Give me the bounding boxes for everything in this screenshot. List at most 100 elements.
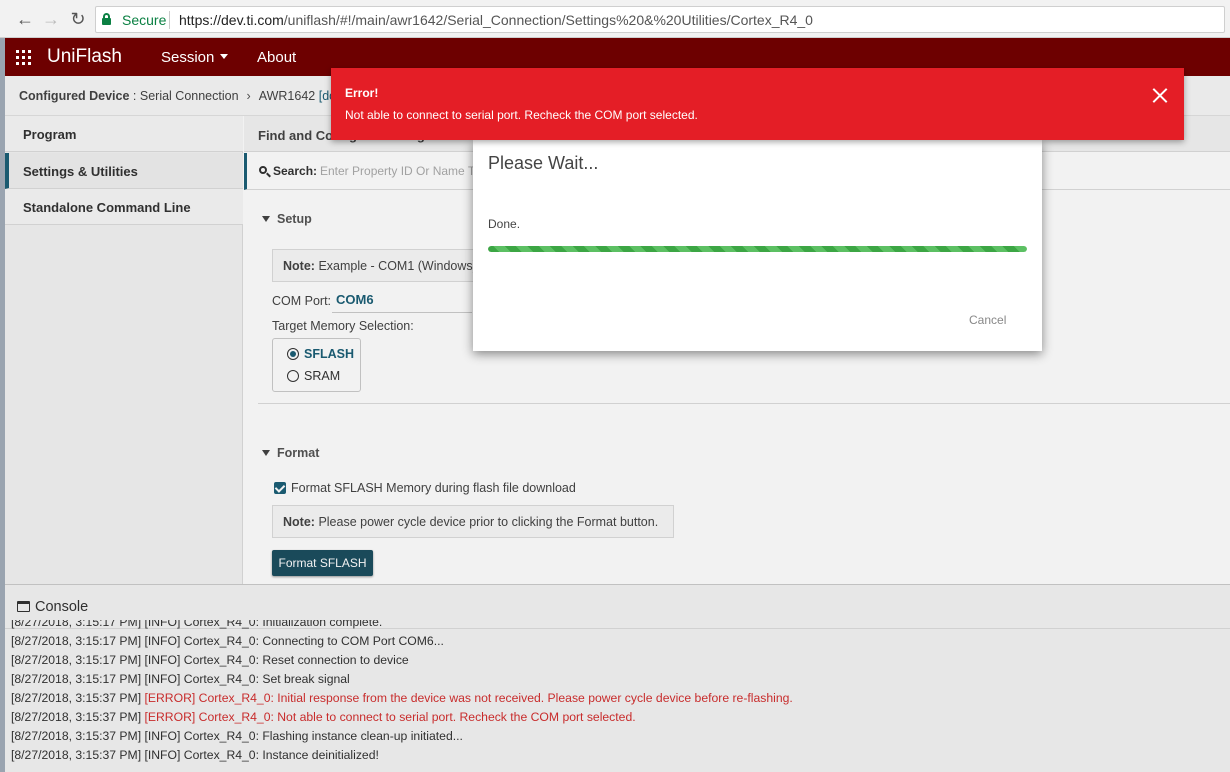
console-panel: Console [8/27/2018, 3:15:17 PM] [INFO] C…	[5, 584, 1230, 772]
lock-icon	[102, 13, 111, 25]
console-log-line: [8/27/2018, 3:15:17 PM] [INFO] Cortex_R4…	[11, 620, 1221, 632]
sidebar-item-settings-utilities[interactable]: Settings & Utilities	[5, 153, 243, 189]
apps-grid-icon[interactable]	[16, 50, 31, 65]
radio-sram-label: SRAM	[304, 369, 341, 383]
log-message: Cortex_R4_0: Reset connection to device	[183, 653, 409, 667]
console-log-line: [8/27/2018, 3:15:37 PM] [ERROR] Cortex_R…	[11, 708, 1221, 727]
radio-sram[interactable]: SRAM	[287, 369, 340, 387]
session-menu[interactable]: Session	[161, 49, 229, 66]
breadcrumb-device[interactable]: AWR1642	[259, 89, 316, 103]
chevron-right-icon: ›	[246, 89, 251, 103]
log-timestamp: [8/27/2018, 3:15:17 PM]	[11, 653, 142, 667]
log-level: [INFO]	[144, 729, 181, 743]
address-bar[interactable]: Secure https://dev.ti.com/uniflash/#!/ma…	[95, 6, 1225, 33]
format-note-label: Note:	[283, 515, 315, 529]
about-menu[interactable]: About	[257, 49, 296, 66]
progress-fill	[488, 246, 1027, 252]
setup-note-text: Example - COM1 (Windows),	[318, 259, 481, 273]
com-port-underline	[332, 312, 472, 313]
log-level: [INFO]	[144, 620, 181, 629]
log-message: Cortex_R4_0: Initial response from the d…	[198, 691, 793, 705]
console-log-line: [8/27/2018, 3:15:17 PM] [INFO] Cortex_R4…	[11, 632, 1221, 651]
setup-note-label: Note:	[283, 259, 315, 273]
console-log[interactable]: [8/27/2018, 3:15:17 PM] [INFO] Cortex_R4…	[11, 620, 1221, 772]
console-log-line: [8/27/2018, 3:15:37 PM] [INFO] Cortex_R4…	[11, 746, 1221, 765]
console-log-line: [8/27/2018, 3:15:37 PM] [ERROR] Cortex_R…	[11, 689, 1221, 708]
com-port-label: COM Port:	[272, 294, 332, 308]
log-level: [INFO]	[144, 672, 181, 686]
format-section-label: Format	[277, 446, 320, 460]
log-timestamp: [8/27/2018, 3:15:37 PM]	[11, 710, 142, 724]
radio-checked-icon	[287, 348, 299, 360]
radio-sflash[interactable]: SFLASH	[287, 347, 354, 365]
error-banner: Error! Not able to connect to serial por…	[331, 68, 1184, 140]
dialog-title: Please Wait...	[488, 153, 599, 173]
radio-sflash-label: SFLASH	[304, 347, 354, 361]
log-level: [ERROR]	[144, 691, 196, 705]
error-message: Not able to connect to serial port. Rech…	[345, 108, 698, 122]
url-text[interactable]: https://dev.ti.com/uniflash/#!/main/awr1…	[179, 12, 813, 28]
log-level: [ERROR]	[144, 710, 196, 724]
collapse-triangle-icon	[262, 216, 270, 222]
log-timestamp: [8/27/2018, 3:15:17 PM]	[11, 634, 142, 648]
back-arrow-icon[interactable]: ←	[14, 8, 36, 30]
url-host: https://dev.ti.com	[179, 12, 284, 28]
log-message: Cortex_R4_0: Not able to connect to seri…	[198, 710, 636, 724]
close-icon[interactable]	[1152, 87, 1169, 104]
log-message: Cortex_R4_0: Set break signal	[183, 672, 350, 686]
sidebar: Program Settings & Utilities Standalone …	[5, 116, 243, 584]
forward-arrow-icon[interactable]: →	[40, 8, 62, 30]
format-sflash-button[interactable]: Format SFLASH	[272, 550, 373, 576]
console-log-line: [8/27/2018, 3:15:17 PM] [INFO] Cortex_R4…	[11, 670, 1221, 689]
sidebar-item-standalone-command-line[interactable]: Standalone Command Line	[5, 189, 243, 225]
log-level: [INFO]	[144, 634, 181, 648]
reload-icon[interactable]: ↻	[67, 8, 89, 30]
log-message: Cortex_R4_0: Instance deinitialized!	[183, 748, 379, 762]
target-memory-radio-group: SFLASH SRAM	[272, 338, 361, 392]
url-path: /uniflash/#!/main/awr1642/Serial_Connect…	[283, 12, 813, 28]
format-note: Note: Please power cycle device prior to…	[272, 505, 674, 538]
browser-toolbar: ← → ↻ Secure https://dev.ti.com/uniflash…	[0, 0, 1230, 38]
log-timestamp: [8/27/2018, 3:15:17 PM]	[11, 620, 142, 629]
sidebar-item-program[interactable]: Program	[5, 116, 243, 152]
log-message: Cortex_R4_0: Flashing instance clean-up …	[183, 729, 463, 743]
search-icon	[259, 166, 271, 178]
error-title: Error!	[345, 86, 379, 100]
format-note-text: Please power cycle device prior to click…	[318, 515, 659, 529]
search-label: Search:	[273, 164, 318, 178]
format-checkbox-label: Format SFLASH Memory during flash file d…	[291, 481, 576, 495]
please-wait-dialog: Please Wait... Done. Cancel	[473, 140, 1042, 351]
progress-bar	[488, 246, 1027, 252]
session-menu-label: Session	[161, 49, 215, 66]
cancel-button[interactable]: Cancel	[969, 313, 1006, 327]
log-level: [INFO]	[144, 748, 181, 762]
breadcrumb-connection: : Serial Connection	[132, 89, 239, 103]
console-window-icon	[17, 601, 30, 612]
log-timestamp: [8/27/2018, 3:15:37 PM]	[11, 729, 142, 743]
format-checkbox[interactable]: Format SFLASH Memory during flash file d…	[274, 481, 576, 495]
log-message: Cortex_R4_0: Initialization complete.	[183, 620, 383, 629]
setup-section-header[interactable]: Setup	[262, 212, 312, 226]
checkbox-checked-icon	[274, 482, 286, 494]
log-timestamp: [8/27/2018, 3:15:17 PM]	[11, 672, 142, 686]
log-message: Cortex_R4_0: Connecting to COM Port COM6…	[183, 634, 444, 648]
collapse-triangle-icon	[262, 450, 270, 456]
console-title: Console	[35, 599, 89, 615]
log-timestamp: [8/27/2018, 3:15:37 PM]	[11, 691, 142, 705]
breadcrumb-label: Configured Device	[19, 89, 130, 103]
chevron-down-icon	[220, 54, 229, 59]
com-port-field[interactable]: COM6	[336, 292, 374, 307]
radio-unchecked-icon	[287, 370, 299, 382]
console-log-line: [8/27/2018, 3:15:17 PM] [INFO] Cortex_R4…	[11, 651, 1221, 670]
target-memory-label: Target Memory Selection:	[272, 319, 414, 333]
brand-title[interactable]: UniFlash	[47, 46, 122, 68]
log-timestamp: [8/27/2018, 3:15:37 PM]	[11, 748, 142, 762]
breadcrumb-text: Configured Device : Serial Connection › AW…	[19, 89, 345, 103]
console-log-line: [8/27/2018, 3:15:37 PM] [INFO] Cortex_R4…	[11, 727, 1221, 746]
format-section-header[interactable]: Format	[262, 446, 319, 460]
section-divider	[258, 403, 1230, 404]
secure-label: Secure	[122, 12, 167, 28]
setup-section-label: Setup	[277, 212, 312, 226]
address-separator	[169, 11, 170, 29]
log-level: [INFO]	[144, 653, 181, 667]
